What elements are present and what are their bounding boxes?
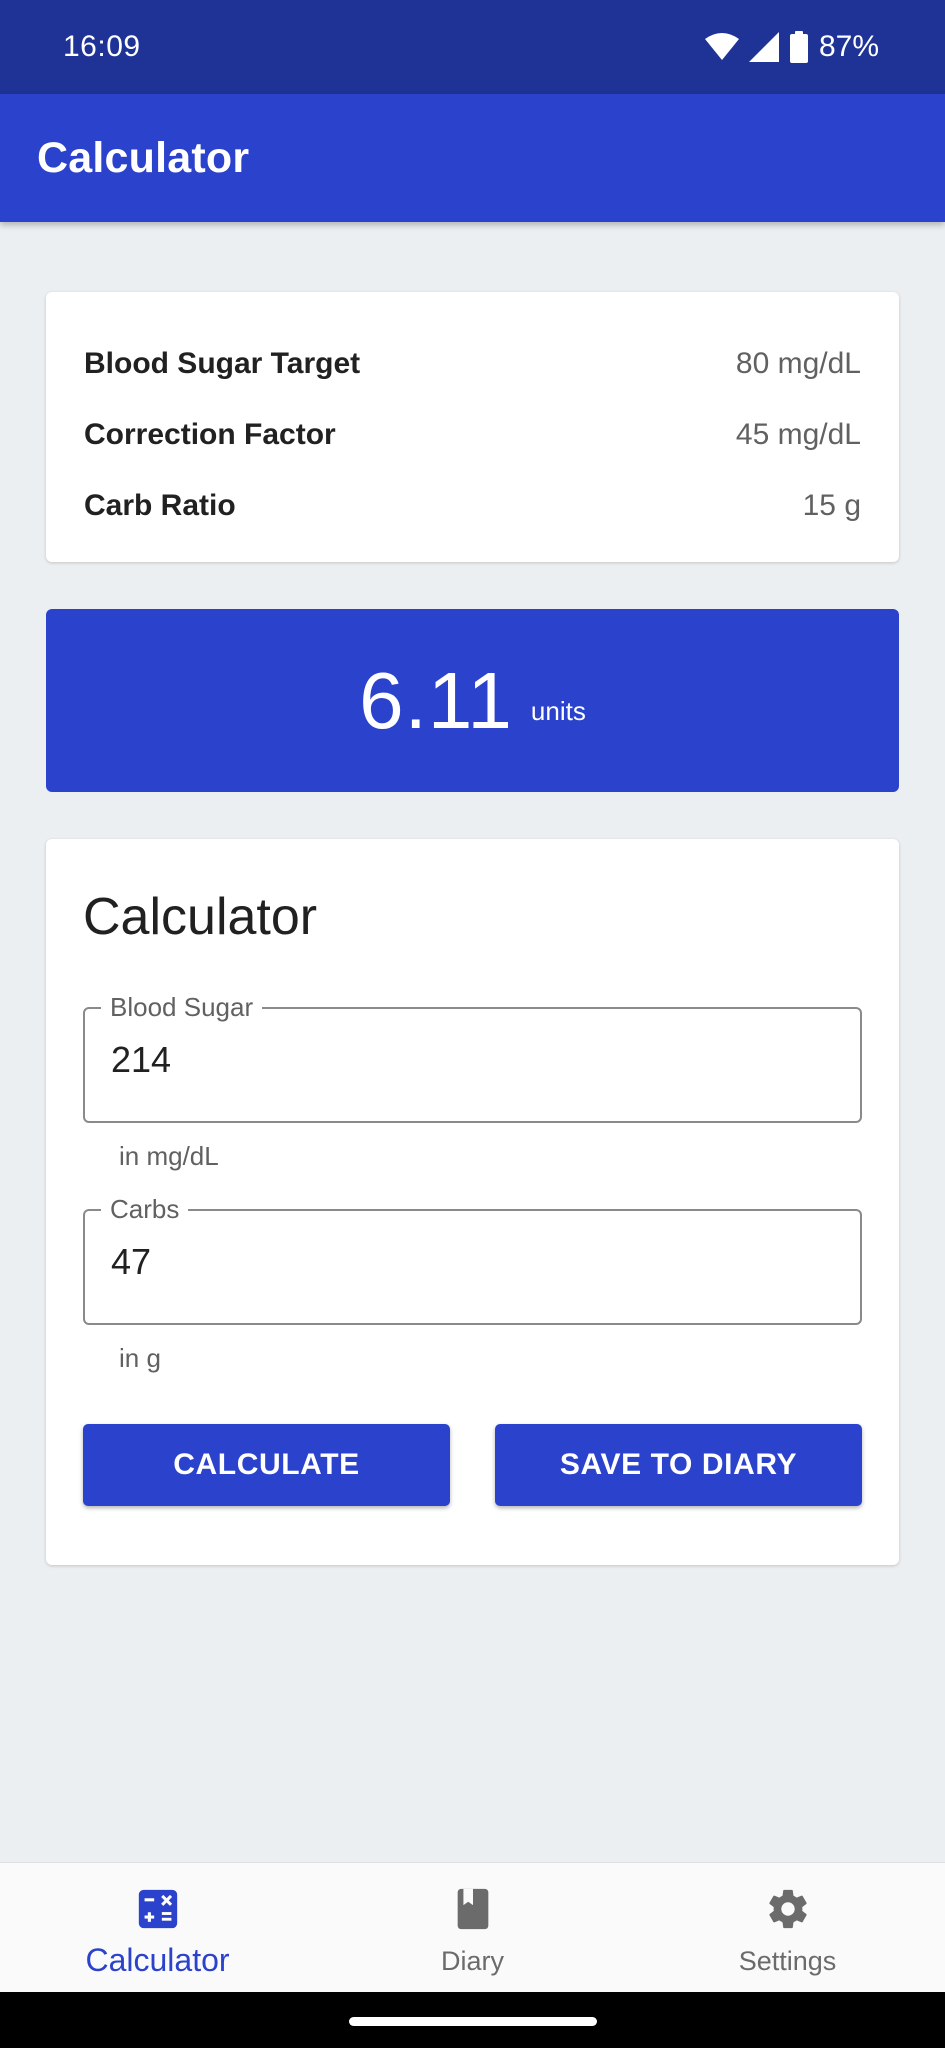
result-unit: units bbox=[530, 696, 586, 726]
gear-icon bbox=[768, 1889, 807, 1929]
blood-sugar-label: Blood Sugar bbox=[101, 992, 263, 1023]
setting-row-blood-sugar-target: Blood Sugar Target 80 mg/dL bbox=[84, 328, 861, 399]
gesture-bar bbox=[0, 1992, 945, 2048]
blood-sugar-helper: in mg/dL bbox=[119, 1141, 219, 1171]
save-to-diary-button[interactable]: SAVE TO DIARY bbox=[495, 1424, 862, 1506]
nav-label: Calculator bbox=[85, 1942, 230, 1978]
app-bar-title: Calculator bbox=[37, 133, 250, 182]
carbs-input[interactable] bbox=[111, 1241, 831, 1283]
calculate-button[interactable]: CALCULATE bbox=[83, 1424, 450, 1506]
setting-label: Correction Factor bbox=[84, 417, 336, 451]
setting-label: Blood Sugar Target bbox=[84, 346, 361, 380]
status-icons: 87% bbox=[704, 30, 879, 64]
setting-value: 45 mg/dL bbox=[735, 417, 861, 451]
setting-row-correction-factor: Correction Factor 45 mg/dL bbox=[84, 399, 861, 470]
blood-sugar-input[interactable] bbox=[111, 1039, 831, 1081]
bottom-navigation: Calculator Diary Settings bbox=[0, 1862, 945, 1992]
book-icon bbox=[457, 1888, 488, 1930]
calculator-title: Calculator bbox=[83, 888, 318, 946]
calculator-icon bbox=[138, 1889, 177, 1929]
setting-row-carb-ratio: Carb Ratio 15 g bbox=[84, 470, 861, 541]
nav-label: Diary bbox=[440, 1946, 504, 1976]
battery-percent: 87% bbox=[818, 30, 879, 63]
nav-label: Settings bbox=[738, 1946, 837, 1976]
status-bar: 16:09 87% bbox=[0, 0, 945, 94]
nav-item-calculator[interactable]: Calculator bbox=[0, 1863, 315, 1992]
setting-value: 15 g bbox=[802, 488, 861, 522]
cellular-signal-icon bbox=[748, 32, 779, 62]
nav-item-settings[interactable]: Settings bbox=[630, 1863, 945, 1992]
carbs-helper: in g bbox=[119, 1343, 161, 1373]
carbs-label: Carbs bbox=[101, 1194, 189, 1225]
calculator-card: Calculator Blood Sugar in mg/dL Carbs in… bbox=[46, 839, 899, 1565]
app-screen: 16:09 87% Calculator Blood Sugar Target … bbox=[0, 0, 945, 2048]
result-card: 6.11 units bbox=[46, 609, 899, 792]
blood-sugar-field[interactable]: Blood Sugar bbox=[83, 992, 862, 1123]
nav-item-diary[interactable]: Diary bbox=[315, 1863, 630, 1992]
wifi-icon bbox=[704, 33, 739, 60]
setting-value: 80 mg/dL bbox=[735, 346, 861, 380]
carbs-field[interactable]: Carbs bbox=[83, 1194, 862, 1325]
battery-icon bbox=[789, 31, 808, 63]
setting-label: Carb Ratio bbox=[84, 488, 236, 522]
result-value: 6.11 bbox=[359, 655, 513, 745]
status-time: 16:09 bbox=[63, 30, 141, 63]
gesture-handle[interactable] bbox=[349, 2017, 597, 2026]
app-bar: Calculator bbox=[0, 94, 945, 222]
settings-summary-card: Blood Sugar Target 80 mg/dL Correction F… bbox=[46, 292, 899, 562]
